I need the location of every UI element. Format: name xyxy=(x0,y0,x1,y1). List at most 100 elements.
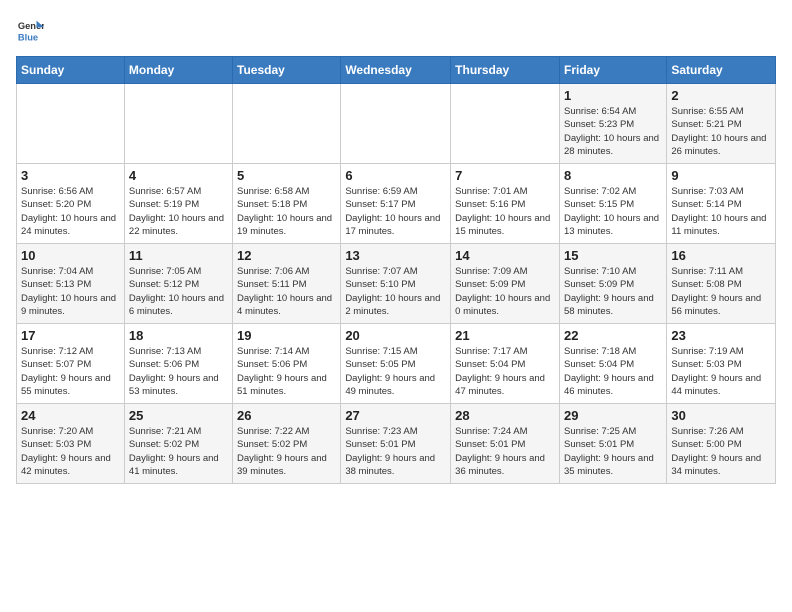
calendar-week-row: 3 Sunrise: 6:56 AM Sunset: 5:20 PM Daylig… xyxy=(17,164,776,244)
calendar-cell xyxy=(124,84,232,164)
day-info: Sunrise: 7:07 AM Sunset: 5:10 PM Dayligh… xyxy=(345,265,446,318)
calendar-cell: 17 Sunrise: 7:12 AM Sunset: 5:07 PM Dayli… xyxy=(17,324,125,404)
day-info: Sunrise: 7:12 AM Sunset: 5:07 PM Dayligh… xyxy=(21,345,120,398)
calendar-cell: 11 Sunrise: 7:05 AM Sunset: 5:12 PM Dayli… xyxy=(124,244,232,324)
calendar-cell: 1Sunrise: 6:54 AM Sunset: 5:23 PM Daylig… xyxy=(559,84,666,164)
page-header: General Blue xyxy=(16,16,776,44)
day-info: Sunrise: 6:59 AM Sunset: 5:17 PM Dayligh… xyxy=(345,185,446,238)
day-info: Sunrise: 7:18 AM Sunset: 5:04 PM Dayligh… xyxy=(564,345,662,398)
calendar-cell: 7Sunrise: 7:01 AM Sunset: 5:16 PM Daylig… xyxy=(451,164,560,244)
calendar-cell: 21Sunrise: 7:17 AM Sunset: 5:04 PM Dayli… xyxy=(451,324,560,404)
calendar-cell: 2 Sunrise: 6:55 AM Sunset: 5:21 PM Daylig… xyxy=(667,84,776,164)
day-number: 8 xyxy=(564,168,662,183)
day-number: 2 xyxy=(671,88,771,103)
calendar-cell: 8 Sunrise: 7:02 AM Sunset: 5:15 PM Daylig… xyxy=(559,164,666,244)
day-number: 14 xyxy=(455,248,555,263)
day-number: 20 xyxy=(345,328,446,343)
calendar-cell: 25 Sunrise: 7:21 AM Sunset: 5:02 PM Dayli… xyxy=(124,404,232,484)
day-info: Sunrise: 7:05 AM Sunset: 5:12 PM Dayligh… xyxy=(129,265,228,318)
header-saturday: Saturday xyxy=(667,57,776,84)
day-number: 6 xyxy=(345,168,446,183)
day-number: 13 xyxy=(345,248,446,263)
day-info: Sunrise: 7:14 AM Sunset: 5:06 PM Dayligh… xyxy=(237,345,336,398)
day-info: Sunrise: 7:13 AM Sunset: 5:06 PM Dayligh… xyxy=(129,345,228,398)
day-info: Sunrise: 6:54 AM Sunset: 5:23 PM Dayligh… xyxy=(564,105,662,158)
header-sunday: Sunday xyxy=(17,57,125,84)
calendar-header-row: SundayMondayTuesdayWednesdayThursdayFrid… xyxy=(17,57,776,84)
calendar-cell xyxy=(341,84,451,164)
day-number: 23 xyxy=(671,328,771,343)
day-info: Sunrise: 7:25 AM Sunset: 5:01 PM Dayligh… xyxy=(564,425,662,478)
calendar-cell: 12 Sunrise: 7:06 AM Sunset: 5:11 PM Dayli… xyxy=(233,244,341,324)
day-number: 16 xyxy=(671,248,771,263)
day-number: 26 xyxy=(237,408,336,423)
calendar-cell xyxy=(451,84,560,164)
day-info: Sunrise: 7:26 AM Sunset: 5:00 PM Dayligh… xyxy=(671,425,771,478)
day-number: 17 xyxy=(21,328,120,343)
calendar-cell: 28 Sunrise: 7:24 AM Sunset: 5:01 PM Dayli… xyxy=(451,404,560,484)
day-number: 3 xyxy=(21,168,120,183)
calendar-cell: 10 Sunrise: 7:04 AM Sunset: 5:13 PM Dayli… xyxy=(17,244,125,324)
day-info: Sunrise: 7:20 AM Sunset: 5:03 PM Dayligh… xyxy=(21,425,120,478)
day-number: 9 xyxy=(671,168,771,183)
day-info: Sunrise: 6:57 AM Sunset: 5:19 PM Dayligh… xyxy=(129,185,228,238)
calendar-cell: 3 Sunrise: 6:56 AM Sunset: 5:20 PM Daylig… xyxy=(17,164,125,244)
day-info: Sunrise: 7:24 AM Sunset: 5:01 PM Dayligh… xyxy=(455,425,555,478)
logo: General Blue xyxy=(16,16,48,44)
day-info: Sunrise: 7:04 AM Sunset: 5:13 PM Dayligh… xyxy=(21,265,120,318)
day-info: Sunrise: 7:03 AM Sunset: 5:14 PM Dayligh… xyxy=(671,185,771,238)
day-number: 12 xyxy=(237,248,336,263)
calendar-cell: 9 Sunrise: 7:03 AM Sunset: 5:14 PM Daylig… xyxy=(667,164,776,244)
calendar-week-row: 17 Sunrise: 7:12 AM Sunset: 5:07 PM Dayli… xyxy=(17,324,776,404)
calendar-cell: 19 Sunrise: 7:14 AM Sunset: 5:06 PM Dayli… xyxy=(233,324,341,404)
header-monday: Monday xyxy=(124,57,232,84)
calendar-cell: 27 Sunrise: 7:23 AM Sunset: 5:01 PM Dayli… xyxy=(341,404,451,484)
calendar-cell: 5Sunrise: 6:58 AM Sunset: 5:18 PM Daylig… xyxy=(233,164,341,244)
day-info: Sunrise: 7:11 AM Sunset: 5:08 PM Dayligh… xyxy=(671,265,771,318)
day-number: 4 xyxy=(129,168,228,183)
calendar-cell: 26 Sunrise: 7:22 AM Sunset: 5:02 PM Dayli… xyxy=(233,404,341,484)
calendar-cell: 23Sunrise: 7:19 AM Sunset: 5:03 PM Dayli… xyxy=(667,324,776,404)
day-number: 29 xyxy=(564,408,662,423)
day-number: 19 xyxy=(237,328,336,343)
header-thursday: Thursday xyxy=(451,57,560,84)
day-info: Sunrise: 7:22 AM Sunset: 5:02 PM Dayligh… xyxy=(237,425,336,478)
calendar-cell: 6 Sunrise: 6:59 AM Sunset: 5:17 PM Daylig… xyxy=(341,164,451,244)
calendar-cell: 22 Sunrise: 7:18 AM Sunset: 5:04 PM Dayli… xyxy=(559,324,666,404)
calendar-cell: 13 Sunrise: 7:07 AM Sunset: 5:10 PM Dayli… xyxy=(341,244,451,324)
day-info: Sunrise: 7:17 AM Sunset: 5:04 PM Dayligh… xyxy=(455,345,555,398)
calendar-week-row: 24 Sunrise: 7:20 AM Sunset: 5:03 PM Dayli… xyxy=(17,404,776,484)
day-info: Sunrise: 7:06 AM Sunset: 5:11 PM Dayligh… xyxy=(237,265,336,318)
header-wednesday: Wednesday xyxy=(341,57,451,84)
calendar-cell: 16 Sunrise: 7:11 AM Sunset: 5:08 PM Dayli… xyxy=(667,244,776,324)
calendar-cell: 20Sunrise: 7:15 AM Sunset: 5:05 PM Dayli… xyxy=(341,324,451,404)
header-tuesday: Tuesday xyxy=(233,57,341,84)
day-info: Sunrise: 6:56 AM Sunset: 5:20 PM Dayligh… xyxy=(21,185,120,238)
calendar-cell: 4 Sunrise: 6:57 AM Sunset: 5:19 PM Daylig… xyxy=(124,164,232,244)
day-info: Sunrise: 6:58 AM Sunset: 5:18 PM Dayligh… xyxy=(237,185,336,238)
day-number: 22 xyxy=(564,328,662,343)
day-number: 7 xyxy=(455,168,555,183)
logo-icon: General Blue xyxy=(16,16,44,44)
day-info: Sunrise: 7:10 AM Sunset: 5:09 PM Dayligh… xyxy=(564,265,662,318)
day-info: Sunrise: 7:23 AM Sunset: 5:01 PM Dayligh… xyxy=(345,425,446,478)
day-info: Sunrise: 7:21 AM Sunset: 5:02 PM Dayligh… xyxy=(129,425,228,478)
day-number: 25 xyxy=(129,408,228,423)
day-number: 24 xyxy=(21,408,120,423)
day-number: 18 xyxy=(129,328,228,343)
day-number: 28 xyxy=(455,408,555,423)
calendar-cell: 15 Sunrise: 7:10 AM Sunset: 5:09 PM Dayli… xyxy=(559,244,666,324)
day-number: 15 xyxy=(564,248,662,263)
calendar-week-row: 1Sunrise: 6:54 AM Sunset: 5:23 PM Daylig… xyxy=(17,84,776,164)
calendar-cell: 14Sunrise: 7:09 AM Sunset: 5:09 PM Dayli… xyxy=(451,244,560,324)
day-number: 11 xyxy=(129,248,228,263)
header-friday: Friday xyxy=(559,57,666,84)
calendar-cell: 30Sunrise: 7:26 AM Sunset: 5:00 PM Dayli… xyxy=(667,404,776,484)
day-info: Sunrise: 6:55 AM Sunset: 5:21 PM Dayligh… xyxy=(671,105,771,158)
day-info: Sunrise: 7:02 AM Sunset: 5:15 PM Dayligh… xyxy=(564,185,662,238)
calendar-week-row: 10 Sunrise: 7:04 AM Sunset: 5:13 PM Dayli… xyxy=(17,244,776,324)
calendar-cell xyxy=(17,84,125,164)
day-number: 27 xyxy=(345,408,446,423)
calendar-cell: 18 Sunrise: 7:13 AM Sunset: 5:06 PM Dayli… xyxy=(124,324,232,404)
day-number: 10 xyxy=(21,248,120,263)
